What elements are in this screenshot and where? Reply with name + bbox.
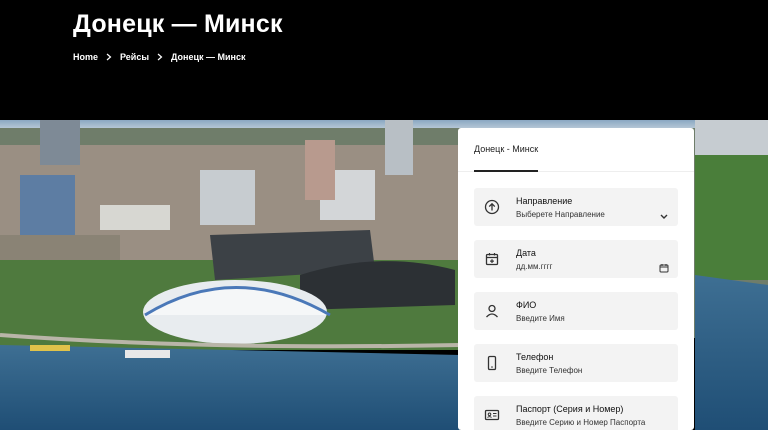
- id-card-icon: [483, 406, 501, 424]
- phone-label: Телефон: [516, 352, 554, 362]
- page-header: Донецк — Минск Home Рейсы Донецк — Минск: [0, 0, 768, 120]
- tab-route[interactable]: Донецк - Минск: [474, 144, 538, 154]
- phone-icon: [483, 354, 501, 372]
- breadcrumb: Home Рейсы Донецк — Минск: [73, 52, 246, 62]
- date-label: Дата: [516, 248, 536, 258]
- booking-form: Донецк - Минск Направление Выберете Напр…: [458, 128, 694, 430]
- chevron-right-icon: [105, 52, 113, 62]
- direction-value: Выберете Направление: [516, 210, 605, 219]
- passport-placeholder: Введите Серию и Номер Паспорта: [516, 418, 646, 427]
- full-name-label: ФИО: [516, 300, 537, 310]
- chevron-down-icon: [659, 208, 669, 219]
- tab-active-indicator: [474, 170, 538, 172]
- breadcrumb-routes[interactable]: Рейсы: [120, 52, 149, 62]
- calendar-plus-icon: [483, 250, 501, 268]
- direction-label: Направление: [516, 196, 573, 206]
- user-icon: [483, 302, 501, 320]
- full-name-placeholder: Введите Имя: [516, 314, 565, 323]
- date-field[interactable]: Дата дд.мм.гггг: [474, 240, 678, 278]
- passport-field[interactable]: Паспорт (Серия и Номер) Введите Серию и …: [474, 396, 678, 430]
- calendar-icon[interactable]: [659, 260, 669, 273]
- date-placeholder: дд.мм.гггг: [516, 262, 553, 271]
- passport-label: Паспорт (Серия и Номер): [516, 404, 624, 414]
- phone-placeholder: Введите Телефон: [516, 366, 583, 375]
- phone-field[interactable]: Телефон Введите Телефон: [474, 344, 678, 382]
- chevron-right-icon: [156, 52, 164, 62]
- breadcrumb-home[interactable]: Home: [73, 52, 98, 62]
- breadcrumb-current: Донецк — Минск: [171, 52, 246, 62]
- circle-arrow-up-icon: [483, 198, 501, 216]
- full-name-field[interactable]: ФИО Введите Имя: [474, 292, 678, 330]
- direction-select[interactable]: Направление Выберете Направление: [474, 188, 678, 226]
- page-title: Донецк — Минск: [73, 10, 283, 38]
